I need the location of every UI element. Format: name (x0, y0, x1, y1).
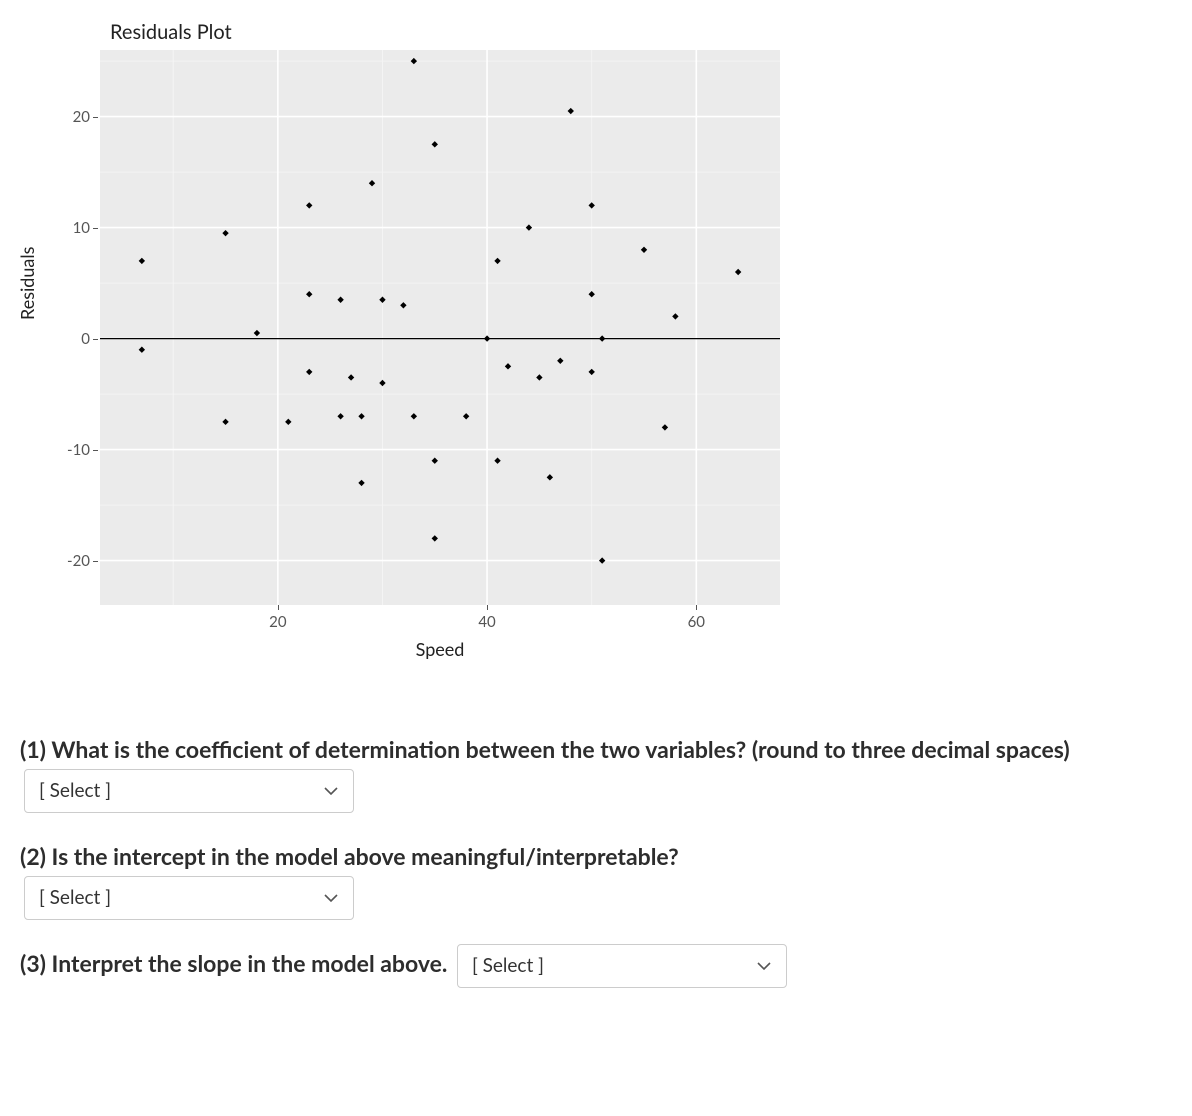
x-tick-label: 60 (688, 613, 705, 631)
select-dropdown-q1[interactable]: [ Select ] (24, 769, 354, 813)
x-tick-label: 20 (269, 613, 286, 631)
plot-panel (100, 50, 780, 605)
y-tick-label: 20 (73, 108, 90, 126)
chevron-down-icon (323, 890, 339, 906)
y-tick-label: 10 (73, 219, 90, 237)
select-placeholder: [ Select ] (39, 882, 111, 914)
question-2-text: (2) Is the intercept in the model above … (20, 842, 679, 870)
x-ticks: 20 40 60 (100, 605, 780, 635)
select-placeholder: [ Select ] (472, 950, 544, 982)
question-2: (2) Is the intercept in the model above … (20, 837, 1172, 920)
chevron-down-icon (756, 958, 772, 974)
question-1: (1) What is the coefficient of determina… (20, 730, 1172, 813)
y-tick-label: 0 (81, 330, 90, 348)
chevron-down-icon (323, 783, 339, 799)
select-dropdown-q2[interactable]: [ Select ] (24, 876, 354, 920)
residuals-plot: Residuals Plot Residuals -20-1001020 204… (20, 20, 800, 660)
question-3-text: (3) Interpret the slope in the model abo… (20, 949, 447, 977)
y-ticks: -20 -10 0 10 20 (20, 50, 98, 605)
select-placeholder: [ Select ] (39, 775, 111, 807)
questions-block: (1) What is the coefficient of determina… (20, 730, 1172, 988)
select-dropdown-q3[interactable]: [ Select ] (457, 944, 787, 988)
y-tick-label: -20 (67, 552, 90, 570)
question-3: (3) Interpret the slope in the model abo… (20, 944, 1172, 988)
x-axis-label: Speed (100, 638, 780, 660)
question-1-text: (1) What is the coefficient of determina… (20, 735, 1070, 763)
chart-title: Residuals Plot (110, 20, 232, 44)
x-tick-label: 40 (478, 613, 495, 631)
y-tick-label: -10 (67, 441, 90, 459)
